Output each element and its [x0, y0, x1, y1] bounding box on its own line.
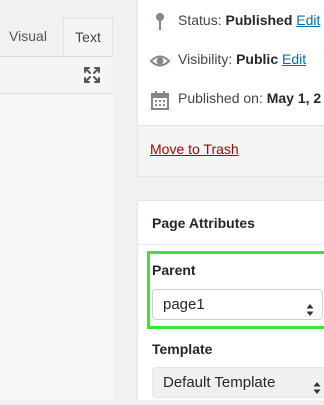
visibility-edit-link[interactable]: Edit	[282, 51, 306, 67]
editor-column: Visual Text	[0, 0, 113, 400]
visibility-label: Visibility:	[178, 51, 233, 67]
editor-textarea[interactable]	[0, 94, 113, 400]
parent-select[interactable]: page1	[152, 289, 323, 320]
pin-icon	[150, 10, 170, 32]
select-arrows-icon	[313, 376, 321, 394]
visibility-row: Visibility: Public Edit	[149, 48, 306, 71]
template-select[interactable]: Default Template	[152, 367, 324, 398]
published-on-row: Published on: May 1, 2	[150, 87, 322, 111]
select-arrows-icon	[306, 298, 314, 316]
expand-arrows-icon[interactable]	[82, 65, 102, 85]
editor-toolbar	[0, 56, 113, 94]
tab-visual[interactable]: Visual	[0, 18, 56, 56]
column-gap	[113, 0, 137, 400]
editor-tabs: Visual Text	[0, 0, 113, 56]
template-label: Template	[152, 341, 213, 357]
calendar-icon	[150, 88, 170, 111]
page-attributes-title: Page Attributes	[152, 215, 255, 231]
parent-label: Parent	[152, 262, 196, 278]
publish-actions: Move to Trash	[138, 125, 324, 176]
tab-text[interactable]: Text	[63, 18, 113, 56]
move-to-trash-link[interactable]: Move to Trash	[150, 139, 239, 159]
status-edit-link[interactable]: Edit	[296, 12, 320, 28]
eye-icon	[149, 49, 171, 71]
status-row: Status: Published Edit	[150, 9, 320, 31]
page-attributes-box: Page Attributes Parent page1 Template De…	[137, 200, 324, 400]
parent-select-value: page1	[163, 296, 205, 313]
visibility-value: Public	[236, 51, 279, 67]
template-select-value: Default Template	[163, 374, 276, 391]
status-label: Status:	[178, 12, 222, 28]
published-on-value: May 1, 2	[266, 90, 322, 106]
publish-box: Status: Published Edit Visibility: Publi…	[137, 0, 324, 177]
published-on-label: Published on:	[178, 90, 263, 106]
status-value: Published	[225, 12, 293, 28]
page-attributes-header[interactable]: Page Attributes	[138, 201, 324, 245]
